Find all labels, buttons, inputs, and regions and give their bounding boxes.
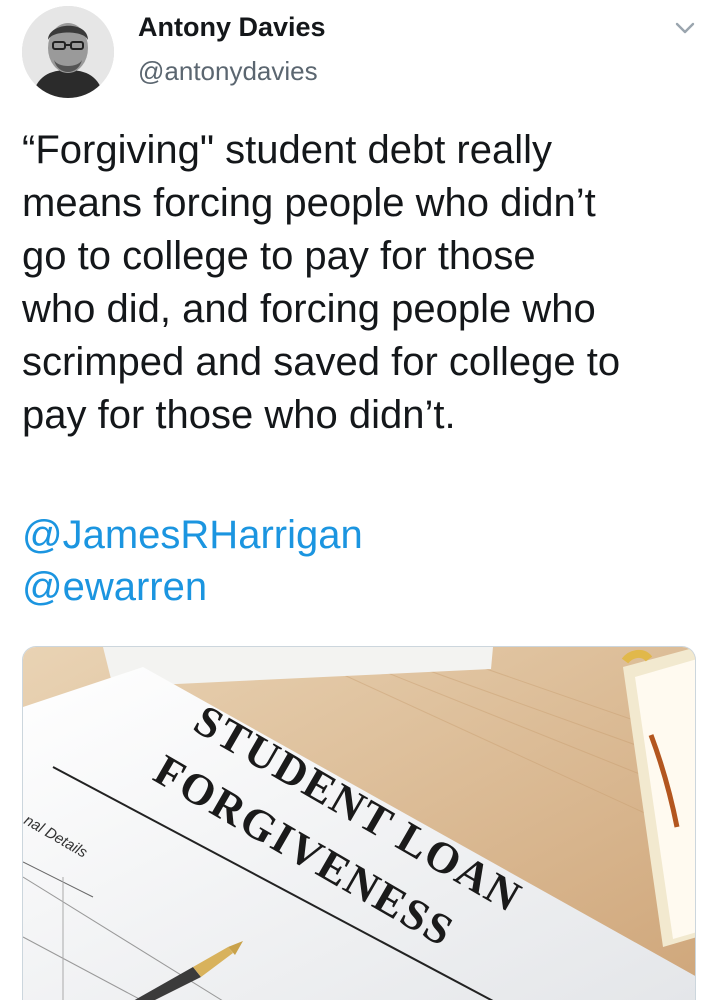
tweet-card: Antony Davies @antonydavies “Forgiving" …	[0, 0, 717, 1000]
tweet-text-line: “Forgiving" student debt really	[22, 128, 553, 172]
tweet-text-line: means forcing people who didn’t	[22, 181, 596, 225]
tweet-text-line: scrimped and saved for college to	[22, 340, 621, 384]
tweet-text-line: pay for those who didn’t.	[22, 393, 456, 437]
mention-link-ewarren[interactable]: @ewarren	[22, 561, 207, 614]
avatar-photo	[22, 6, 114, 98]
avatar[interactable]	[22, 6, 114, 98]
tweet-text: “Forgiving" student debt really means fo…	[22, 124, 702, 442]
tweet-text-line: who did, and forcing people who	[22, 287, 596, 331]
author-display-name[interactable]: Antony Davies	[138, 12, 326, 43]
tweet-text-line: go to college to pay for those	[22, 234, 536, 278]
chevron-down-icon[interactable]	[672, 18, 698, 38]
tweet-media-image[interactable]: STUDENT LOAN FORGIVENESS nal Details	[22, 646, 696, 1000]
mention-link-jamesrharrigan[interactable]: @JamesRHarrigan	[22, 509, 363, 562]
author-handle[interactable]: @antonydavies	[138, 56, 318, 87]
